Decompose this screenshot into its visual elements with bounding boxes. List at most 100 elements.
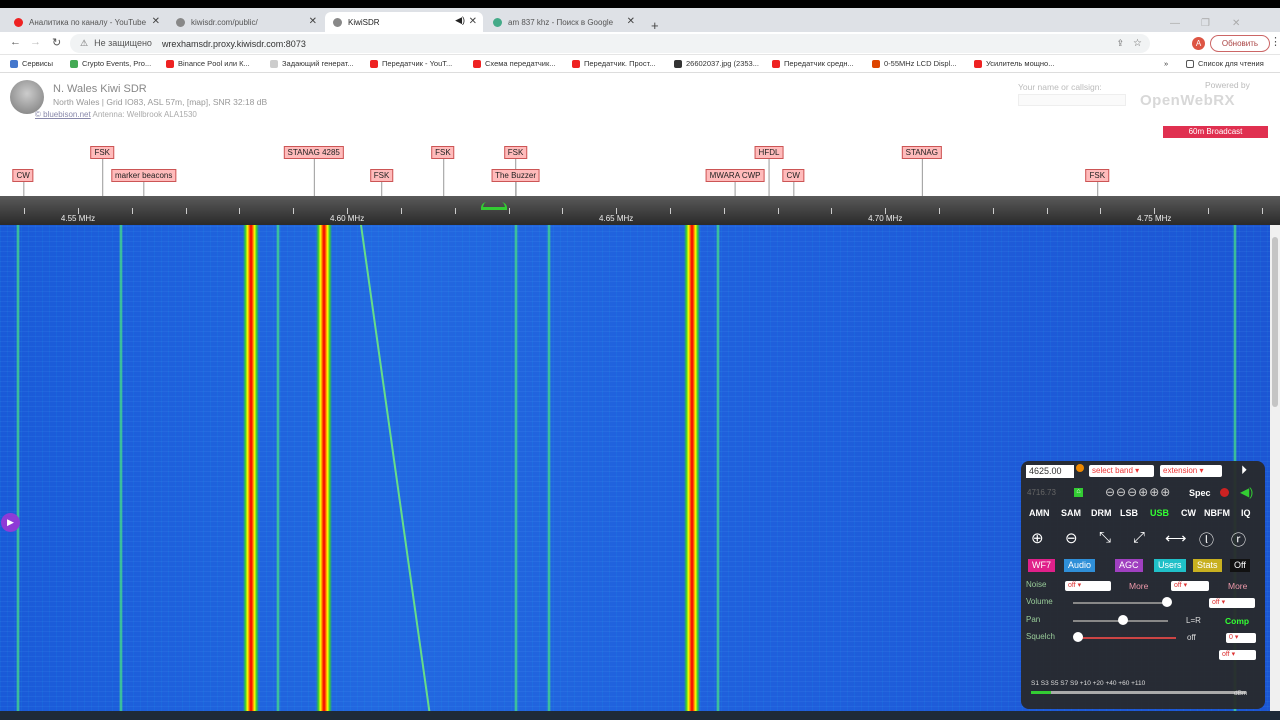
frequency-input[interactable]: 4625.00 <box>1026 465 1074 478</box>
passband-marker[interactable] <box>481 202 507 210</box>
mode-button-sam[interactable]: SAM <box>1061 508 1081 518</box>
mode-button-cw[interactable]: CW <box>1181 508 1196 518</box>
station-label[interactable]: FSK <box>90 146 115 199</box>
panel-tab-users[interactable]: Users <box>1154 559 1186 572</box>
speaker-volume-icon[interactable]: ◀) <box>1240 485 1253 499</box>
panel-tab-wf7[interactable]: WF7 <box>1028 559 1055 572</box>
tab-kiwisdr[interactable]: KiwiSDR ◀) ✕ <box>325 12 483 32</box>
station-label[interactable]: STANAG 4285 <box>283 146 344 199</box>
panel-tab-stats[interactable]: Stats <box>1193 559 1222 572</box>
station-label[interactable]: CW <box>782 169 804 199</box>
frequency-scale[interactable]: 4.55 MHz 4.60 MHz 4.65 MHz 4.70 MHz 4.75 MHz <box>0 196 1280 225</box>
station-label[interactable]: CW <box>12 169 34 199</box>
page-right-icon[interactable]: ⓡ <box>1231 529 1246 550</box>
mode-button-amn[interactable]: AMN <box>1029 508 1050 518</box>
zoom-step-buttons[interactable]: ⊖⊖⊖⊕⊕⊕ <box>1105 485 1171 499</box>
speaker-icon[interactable]: ◀) <box>455 15 465 26</box>
back-arrow-icon[interactable]: ← <box>10 36 21 48</box>
mode-button-usb[interactable]: USB <box>1150 508 1169 518</box>
not-secure-label[interactable]: Не защищено <box>80 38 152 49</box>
bookmark-item[interactable]: 0-55MHz LCD Displ... <box>872 59 957 68</box>
comp-button[interactable]: Comp <box>1225 616 1249 626</box>
page-left-icon[interactable]: ⓛ <box>1199 529 1214 550</box>
bookmark-item[interactable]: Усилитель мощно... <box>974 59 1054 68</box>
extension-dropdown[interactable]: extension ▾ <box>1160 465 1222 477</box>
url-text[interactable]: wrexhamsdr.proxy.kiwisdr.com:8073 <box>162 39 306 49</box>
play-icon[interactable]: ▶ <box>1 513 20 532</box>
panel-tab-agc[interactable]: AGC <box>1115 559 1143 572</box>
share-icon[interactable]: ⇪ <box>1116 38 1124 49</box>
bookmark-item[interactable]: Crypto Events, Pro... <box>70 59 151 68</box>
station-label[interactable]: marker beacons <box>110 169 177 199</box>
bookmark-item[interactable]: Схема передатчик... <box>473 59 556 68</box>
station-label[interactable]: FSK <box>431 146 455 199</box>
filter-dropdown[interactable]: off ▾ <box>1171 581 1209 591</box>
page-scrollbar[interactable] <box>1270 225 1280 712</box>
bookmark-star-icon[interactable]: ☆ <box>1133 38 1142 49</box>
zoom-fit-icon[interactable]: ⤡ <box>1099 529 1111 546</box>
volume-dropdown[interactable]: off ▾ <box>1209 598 1255 608</box>
volume-slider[interactable] <box>1073 602 1168 604</box>
new-tab-button[interactable]: + <box>651 18 659 33</box>
panel-tab-audio[interactable]: Audio <box>1064 559 1096 572</box>
url-bar[interactable]: Не защищено wrexhamsdr.proxy.kiwisdr.com… <box>70 34 1150 53</box>
close-tab-icon[interactable]: ✕ <box>309 16 317 27</box>
profile-avatar[interactable]: A <box>1192 37 1205 50</box>
option-dropdown[interactable]: off ▾ <box>1219 650 1256 660</box>
bookmark-item[interactable]: Передатчик. Прост... <box>572 59 655 68</box>
bookmark-item[interactable]: Передатчик средн... <box>772 59 854 68</box>
bookmark-item[interactable]: Сервисы <box>10 59 53 68</box>
lock-icon[interactable]: ⌂ <box>1074 488 1083 497</box>
station-label[interactable]: The Buzzer <box>491 169 540 199</box>
filter-more-button[interactable]: More <box>1228 581 1247 591</box>
mode-button-iq[interactable]: IQ <box>1241 508 1251 518</box>
window-close-icon[interactable]: ✕ <box>1232 18 1240 29</box>
station-label[interactable]: FSK <box>1085 169 1110 199</box>
bookmark-item[interactable]: Передатчик - YouT... <box>370 59 452 68</box>
more-bookmarks-icon[interactable]: » <box>1164 59 1168 68</box>
minimize-icon[interactable]: — <box>1170 18 1180 29</box>
update-button[interactable]: Обновить <box>1210 35 1270 52</box>
tab-google-search[interactable]: am 837 khz - Поиск в Google ✕ <box>485 12 641 32</box>
station-label[interactable]: HFDL <box>754 146 784 199</box>
bluebison-link[interactable]: © bluebison.net <box>35 110 91 119</box>
select-band-dropdown[interactable]: select band ▾ <box>1089 465 1154 477</box>
bookmark-item[interactable]: Задающий генерат... <box>270 59 354 68</box>
record-icon[interactable] <box>1220 488 1229 497</box>
frequency-step-icon[interactable] <box>1076 464 1084 472</box>
mode-button-lsb[interactable]: LSB <box>1120 508 1138 518</box>
close-tab-icon[interactable]: ✕ <box>469 16 477 27</box>
close-tab-icon[interactable]: ✕ <box>627 16 635 27</box>
bookmark-item[interactable]: Binance Pool или К... <box>166 59 250 68</box>
forward-arrow-icon[interactable]: → <box>30 36 41 48</box>
zoom-in-icon[interactable]: ⊕ <box>1031 529 1044 547</box>
noise-dropdown[interactable]: off ▾ <box>1065 581 1111 591</box>
bookmark-item[interactable]: 26602037.jpg (2353... <box>674 59 759 68</box>
close-tab-icon[interactable]: ✕ <box>152 16 160 27</box>
play-circle-icon[interactable]: ⏵ <box>1241 463 1247 478</box>
restore-icon[interactable]: ❐ <box>1201 18 1210 29</box>
panel-tab-off[interactable]: Off <box>1230 559 1250 572</box>
station-label[interactable]: STANAG <box>901 146 942 199</box>
volume-knob[interactable] <box>1162 597 1172 607</box>
reading-list[interactable]: Список для чтения <box>1186 59 1264 68</box>
noise-more-button[interactable]: More <box>1129 581 1148 591</box>
spec-button[interactable]: Spec <box>1189 488 1211 498</box>
station-label[interactable]: MWARA CWP <box>705 169 765 199</box>
mode-button-drm[interactable]: DRM <box>1091 508 1112 518</box>
tab-youtube-analytics[interactable]: Аналитика по каналу - YouTube ✕ <box>6 12 166 32</box>
browser-menu-icon[interactable]: ⋮ <box>1270 35 1280 48</box>
pan-knob[interactable] <box>1118 615 1128 625</box>
zoom-out-icon[interactable]: ⊖ <box>1065 529 1078 547</box>
squelch-slider[interactable] <box>1076 637 1176 639</box>
band-width-icon[interactable]: ⟷ <box>1165 529 1187 547</box>
reload-icon[interactable]: ↻ <box>52 36 61 49</box>
callsign-input[interactable] <box>1018 94 1126 106</box>
tab-kiwisdr-public[interactable]: kiwisdr.com/public/ ✕ <box>168 12 323 32</box>
station-label[interactable]: FSK <box>369 169 394 199</box>
zoom-max-icon[interactable]: ⤢ <box>1133 529 1145 546</box>
squelch-knob[interactable] <box>1073 632 1083 642</box>
squelch-dropdown[interactable]: 0 ▾ <box>1226 633 1256 643</box>
station-label[interactable]: FSK <box>503 146 528 199</box>
mode-button-nbfm[interactable]: NBFM <box>1204 508 1230 518</box>
